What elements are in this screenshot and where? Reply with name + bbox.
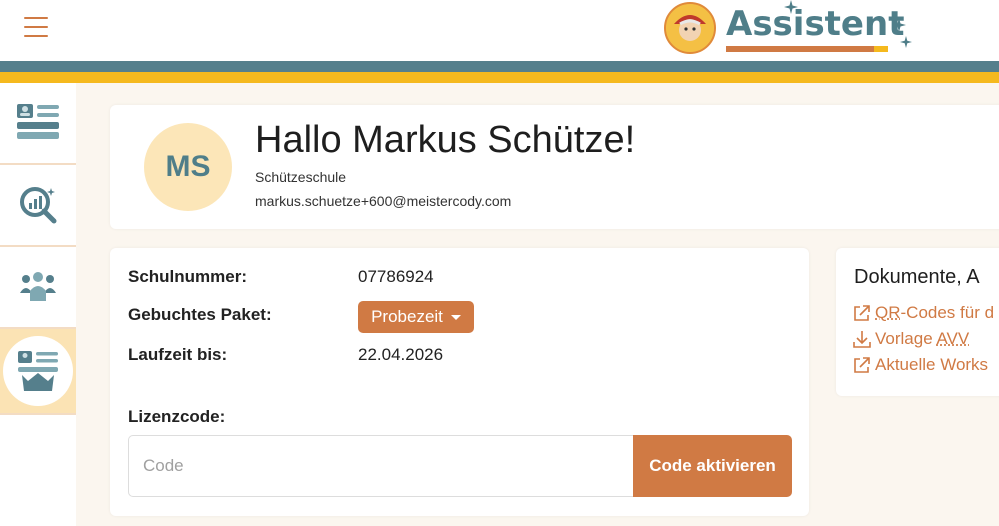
hamburger-menu-icon[interactable]: [24, 17, 48, 37]
sparkle-icon: [900, 36, 912, 48]
top-header: Assistent: [0, 0, 999, 61]
activate-code-button[interactable]: Code aktivieren: [633, 435, 792, 497]
sparkle-icon: [784, 0, 798, 14]
license-info-card: Schulnummer: 07786924 Gebuchtes Paket: P…: [110, 248, 809, 516]
school-number-label: Schulnummer:: [128, 267, 248, 286]
page-title: Hallo Markus Schütze!: [255, 119, 636, 161]
license-code-input[interactable]: [128, 435, 634, 497]
doc-link-label-suffix: AVV: [936, 329, 970, 348]
wizard-mascot-icon: [664, 2, 716, 54]
profile-card: MS Hallo Markus Schütze! Schützeschule m…: [110, 105, 999, 229]
school-number-value: 07786924: [358, 267, 434, 286]
header-stripe-yellow: [0, 72, 999, 83]
sidebar-item-dashboard[interactable]: [0, 83, 76, 165]
doc-link-qr-codes[interactable]: QR-Codes für d: [852, 303, 994, 323]
runtime-value: 22.04.2026: [358, 345, 444, 364]
id-card-list-icon: [17, 104, 59, 139]
doc-link-current-workshop[interactable]: Aktuelle Works: [852, 355, 988, 375]
school-name: Schützeschule: [255, 169, 347, 185]
external-link-icon: [854, 305, 870, 321]
package-value: Probezeit: [371, 307, 443, 326]
logo-underline-accent: [874, 46, 888, 52]
doc-link-label-prefix: QR: [875, 303, 901, 322]
crown-list-icon: [18, 351, 58, 391]
assistent-logo[interactable]: Assistent: [664, 0, 914, 61]
documents-card: Dokumente, A QR-Codes für d Vorlage AVV …: [836, 248, 999, 396]
magnifier-chart-icon: [20, 187, 57, 224]
header-stripe-teal: [0, 61, 999, 72]
doc-link-avv-template[interactable]: Vorlage AVV: [852, 329, 969, 349]
logo-text: Assistent: [726, 4, 905, 44]
doc-link-label: Vorlage: [875, 329, 937, 348]
sidebar-item-users[interactable]: [0, 247, 76, 329]
runtime-label: Laufzeit bis:: [128, 345, 228, 364]
logo-underline: [726, 46, 874, 52]
documents-title: Dokumente, A: [854, 266, 980, 288]
doc-link-label: -Codes für d: [900, 303, 995, 322]
active-indicator: [3, 336, 73, 406]
user-email: markus.schuetze+600@meistercody.com: [255, 193, 512, 209]
sidebar-item-analytics[interactable]: [0, 165, 76, 247]
package-label: Gebuchtes Paket:: [128, 305, 272, 324]
sparkle-icon: [892, 18, 906, 32]
caret-down-icon: [450, 314, 461, 320]
sidebar-item-licenses[interactable]: [0, 329, 76, 415]
avatar: MS: [144, 123, 232, 211]
license-code-label: Lizenzcode:: [128, 407, 226, 426]
doc-link-label: Aktuelle Works: [875, 355, 989, 374]
package-dropdown-button[interactable]: Probezeit: [358, 301, 474, 333]
sidebar: [0, 83, 76, 526]
users-group-icon: [20, 272, 56, 301]
external-link-icon: [854, 357, 870, 373]
download-icon: [853, 331, 871, 348]
